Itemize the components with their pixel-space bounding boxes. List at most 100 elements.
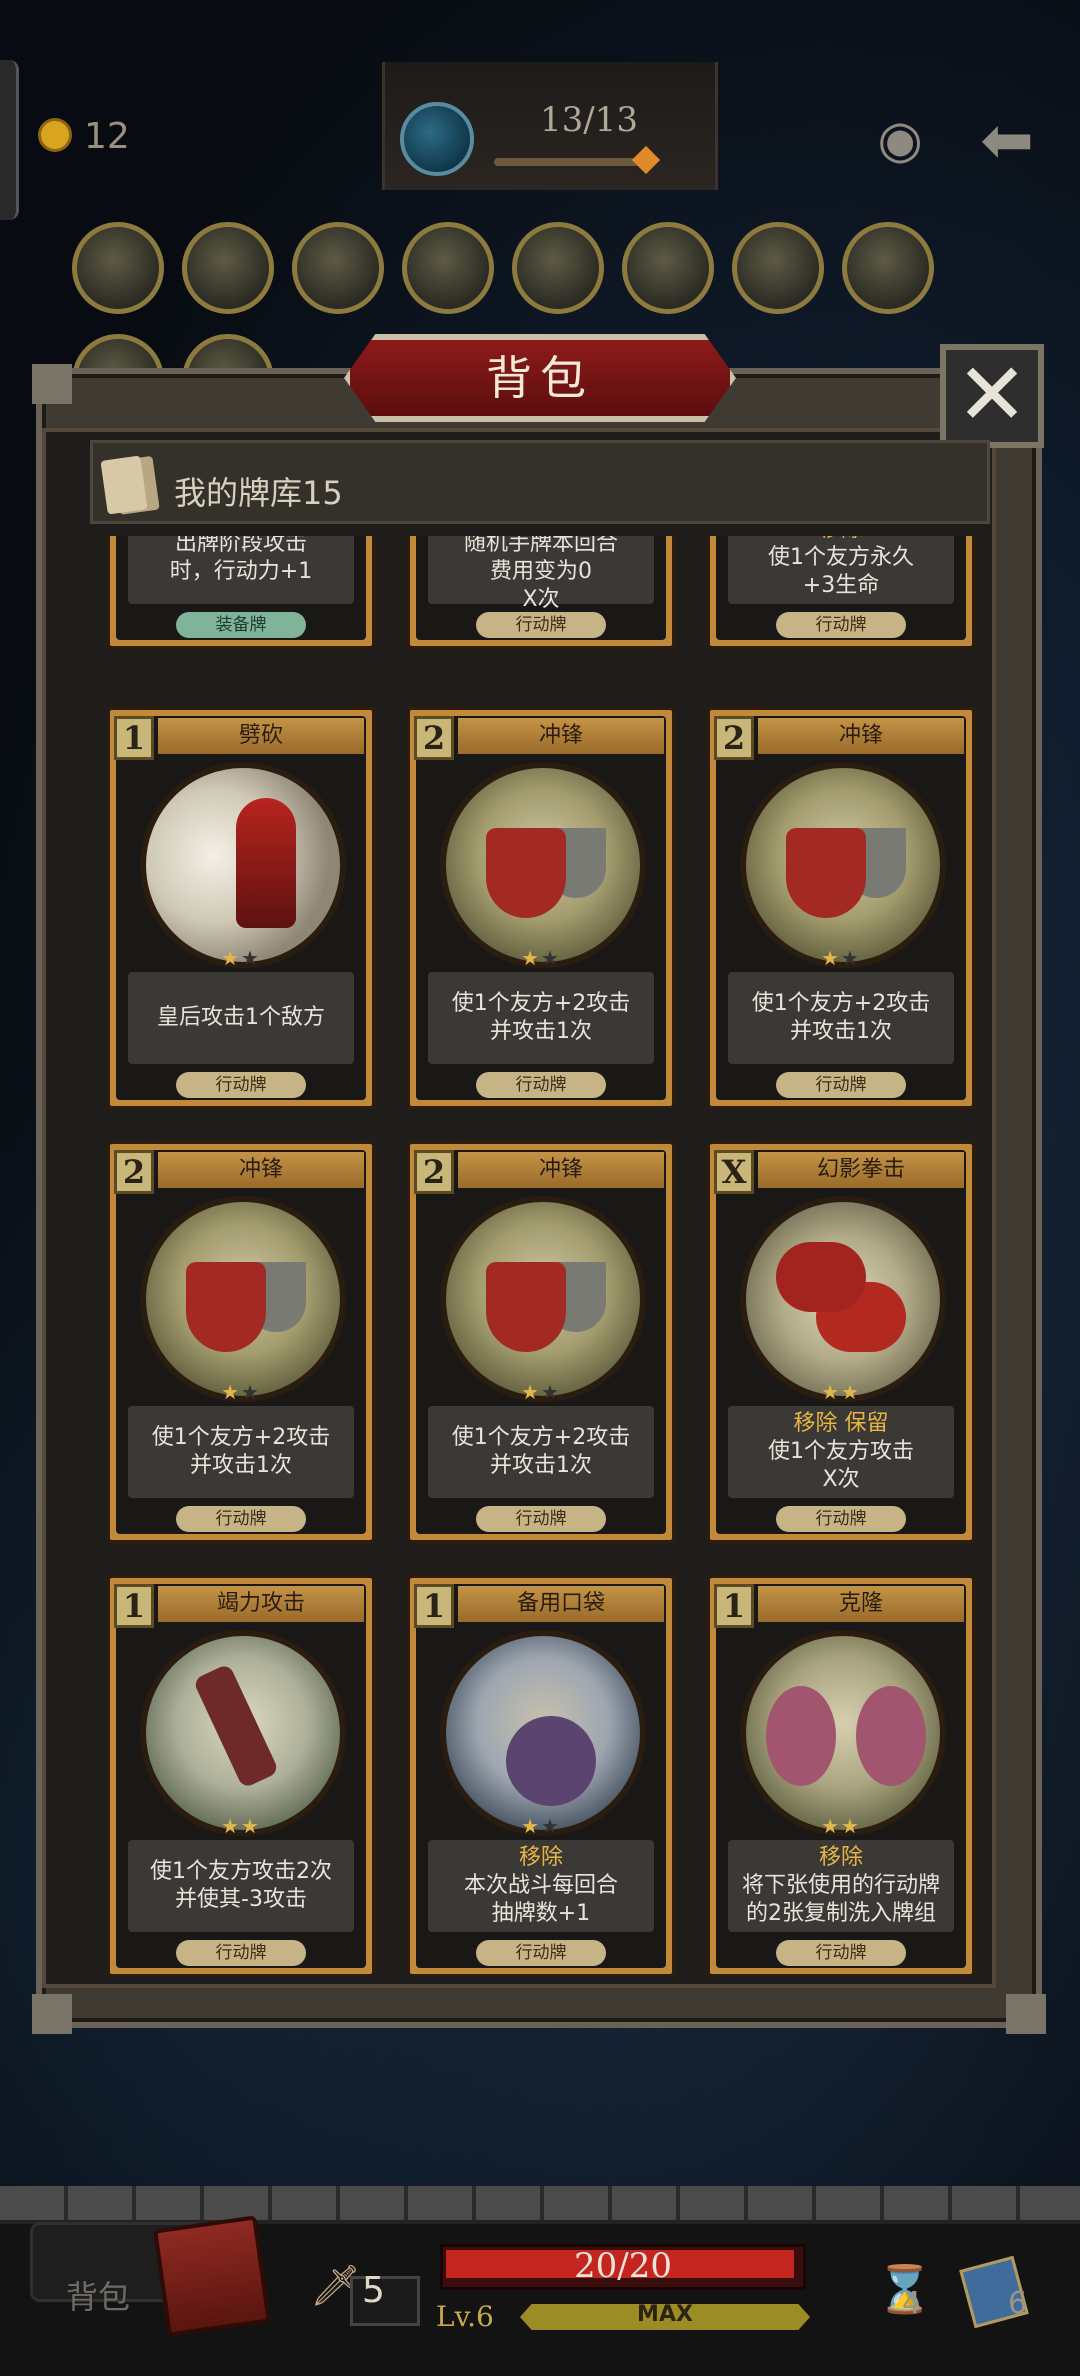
card-grid[interactable]: 出牌阶段攻击时，行动力+1装备牌移除 保留随机手牌本回合费用变为0X次行动牌移除…	[100, 536, 980, 1976]
card-type-badge: 行动牌	[176, 1072, 306, 1098]
card-description-line: 并攻击1次	[790, 1019, 892, 1044]
card-art-charge	[440, 762, 646, 968]
card-type-badge: 行动牌	[776, 1940, 906, 1966]
card-stars: ★★	[110, 1814, 372, 1838]
card-name: 克隆	[758, 1586, 964, 1622]
star-icon: ★	[521, 946, 541, 970]
card-description-line: 抽牌数+1	[491, 1901, 591, 1926]
card-description: 使1个友方+2攻击 并攻击1次	[428, 1406, 654, 1498]
card-description-line: X次	[522, 587, 560, 612]
stage-count: 13/13	[540, 100, 638, 140]
card-description-line: 并攻击1次	[490, 1019, 592, 1044]
card-description-line: 的2张复制洗入牌组	[746, 1901, 936, 1926]
card-stars: ★★	[410, 1380, 672, 1404]
card-stars: ★★	[110, 946, 372, 970]
card-description-line: 时，行动力+1	[169, 559, 313, 584]
card-description-line: 费用变为0	[490, 559, 592, 584]
hourglass-count: 4	[902, 2286, 922, 2321]
level-label: Lv.6	[436, 2300, 494, 2333]
left-edge-panel[interactable]	[0, 60, 19, 220]
card[interactable]: 1 备用口袋 ★★ 移除 本次战斗每回合 抽牌数+1 行动牌	[406, 1574, 676, 1976]
card-type-badge: 行动牌	[776, 1506, 906, 1532]
card-type-badge: 行动牌	[176, 1506, 306, 1532]
star-icon: ★	[541, 1380, 561, 1404]
stone-wall	[0, 2186, 1080, 2224]
card-cost: 2	[414, 1150, 454, 1194]
star-icon: ★	[521, 1814, 541, 1838]
star-icon: ★	[221, 1814, 241, 1838]
star-icon: ★	[241, 946, 261, 970]
star-icon: ★	[821, 1380, 841, 1404]
card[interactable]: 1 劈砍 ★★ 皇后攻击1个敌方 行动牌	[106, 706, 376, 1110]
book-icon[interactable]	[152, 2215, 272, 2337]
relic-icon[interactable]	[842, 222, 934, 314]
card-description-line: +3生命	[802, 573, 880, 598]
card-art-charge	[140, 1196, 346, 1402]
coin-count: 12	[84, 116, 130, 157]
relic-icon[interactable]	[292, 222, 384, 314]
card[interactable]: 2 冲锋 ★★ 使1个友方+2攻击 并攻击1次行动牌	[406, 1140, 676, 1544]
hp-text: 20/20	[574, 2246, 672, 2286]
card-keyword: 移除 保留	[793, 1411, 889, 1436]
card-cost: 2	[414, 716, 454, 760]
card[interactable]: 2 冲锋 ★★ 使1个友方+2攻击 并攻击1次 行动牌	[406, 706, 676, 1110]
card-name: 劈砍	[158, 718, 364, 754]
relic-icon[interactable]	[72, 222, 164, 314]
relic-icon[interactable]	[512, 222, 604, 314]
card-partial[interactable]: 移除使1个友方永久 +3生命行动牌	[706, 536, 976, 650]
card-type-badge: 行动牌	[476, 1940, 606, 1966]
coin-icon	[38, 118, 72, 152]
card-description: 皇后攻击1个敌方	[128, 972, 354, 1064]
card[interactable]: 1 克隆 ★★ 移除 将下张使用的行动牌 的2张复制洗入牌组 行动牌	[706, 1574, 976, 1976]
card-cost: 1	[714, 1584, 754, 1628]
card-name: 冲锋	[458, 1152, 664, 1188]
card-art-pouch	[440, 1630, 646, 1836]
card-description: 移除 本次战斗每回合 抽牌数+1	[428, 1840, 654, 1932]
card-type-badge: 行动牌	[476, 1072, 606, 1098]
card-description: 出牌阶段攻击 时，行动力+1	[128, 536, 354, 604]
card-description: 使1个友方攻击2次 并使其-3攻击	[128, 1840, 354, 1932]
close-button[interactable]: ✕	[940, 344, 1044, 448]
card-type-badge: 行动牌	[476, 1506, 606, 1532]
relic-icon[interactable]	[402, 222, 494, 314]
star-icon: ★	[221, 946, 241, 970]
card-keyword: 移除	[818, 1845, 863, 1870]
card-cost: 2	[714, 716, 754, 760]
card-name: 冲锋	[458, 718, 664, 754]
card-cost: X	[714, 1150, 754, 1194]
relic-icon[interactable]	[732, 222, 824, 314]
card-description-line: 使1个友方+2攻击	[151, 1425, 331, 1450]
relic-icon[interactable]	[182, 222, 274, 314]
card-name: 幻影拳击	[758, 1152, 964, 1188]
card-description-line: 使1个友方攻击	[768, 1439, 914, 1464]
card[interactable]: 1 竭力攻击 ★★ 使1个友方攻击2次 并使其-3攻击 行动牌	[106, 1574, 376, 1976]
card-description: 移除使1个友方永久 +3生命	[728, 536, 954, 604]
panel-corner	[32, 1994, 72, 2034]
card-description-line: 本次战斗每回合	[463, 1873, 618, 1898]
back-arrow-icon[interactable]: ⬅	[972, 106, 1042, 176]
card-description: 使1个友方+2攻击 并攻击1次	[428, 972, 654, 1064]
card-name: 备用口袋	[458, 1586, 664, 1622]
star-icon: ★	[821, 1814, 841, 1838]
panel-corner	[32, 364, 72, 404]
card[interactable]: 2 冲锋 ★★ 使1个友方+2攻击 并攻击1次 行动牌	[106, 1140, 376, 1544]
card[interactable]: X 幻影拳击 ★★ 移除 保留使1个友方攻击 X次行动牌	[706, 1140, 976, 1544]
star-icon: ★	[241, 1814, 261, 1838]
card-description-line: 使1个友方+2攻击	[451, 991, 631, 1016]
card-type-badge: 行动牌	[476, 612, 606, 638]
card-name: 冲锋	[158, 1152, 364, 1188]
card-stars: ★★	[710, 1814, 972, 1838]
card-name: 冲锋	[758, 718, 964, 754]
card-art-clone	[740, 1630, 946, 1836]
backpack-button-label: 背包	[66, 2278, 131, 2316]
card-type-badge: 行动牌	[176, 1940, 306, 1966]
star-icon: ★	[521, 1380, 541, 1404]
card-stars: ★★	[710, 1380, 972, 1404]
eye-icon[interactable]: ◉	[870, 110, 930, 170]
relic-icon[interactable]	[622, 222, 714, 314]
card-partial[interactable]: 出牌阶段攻击 时，行动力+1 装备牌	[106, 536, 376, 650]
card[interactable]: 2 冲锋 ★★ 使1个友方+2攻击 并攻击1次 行动牌	[706, 706, 976, 1110]
card-description-line: X次	[822, 1467, 860, 1492]
star-icon: ★	[841, 1814, 861, 1838]
card-partial[interactable]: 移除 保留随机手牌本回合费用变为0X次行动牌	[406, 536, 676, 650]
